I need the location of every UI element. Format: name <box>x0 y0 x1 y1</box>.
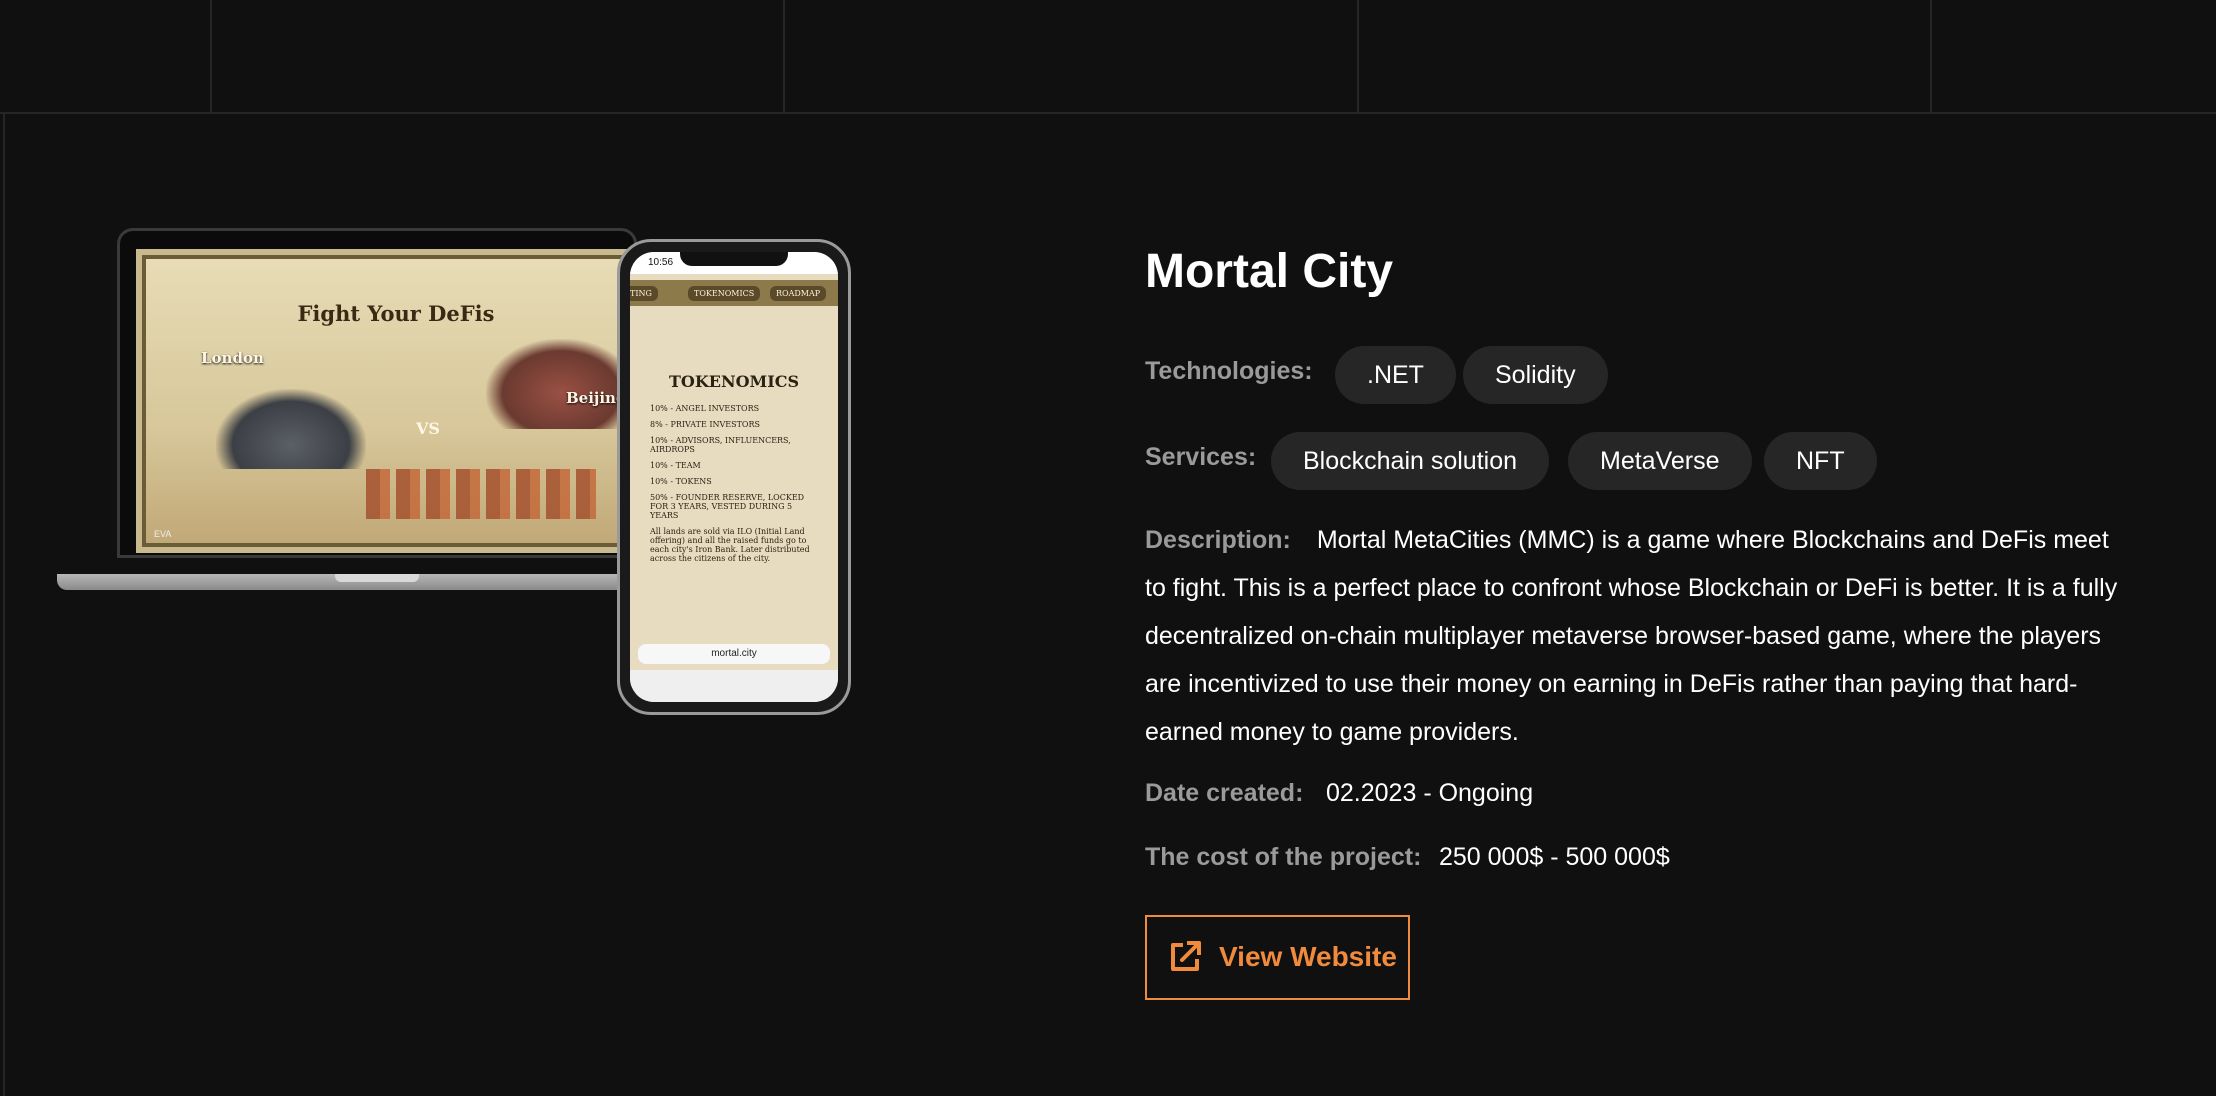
page: Fight Your DeFis London VS Beijing EVA 1… <box>0 0 2216 1096</box>
tech-tag-solidity: Solidity <box>1463 346 1608 404</box>
game-title: Fight Your DeFis <box>297 301 495 326</box>
view-website-button[interactable]: View Website <box>1145 915 1410 1000</box>
grid-divider <box>783 0 785 112</box>
service-tag-metaverse: MetaVerse <box>1568 432 1752 490</box>
phone-list-item: 8% - PRIVATE INVESTORS <box>650 420 760 429</box>
tech-tag-dotnet: .NET <box>1335 346 1456 404</box>
service-tag-nft: NFT <box>1764 432 1877 490</box>
grid-divider <box>1930 0 1932 112</box>
grid-header-strip <box>0 0 2216 114</box>
phone-tokenomics-list: 10% - ANGEL INVESTORS 8% - PRIVATE INVES… <box>650 404 820 570</box>
game-footer: EVA <box>154 529 172 539</box>
project-description: Description: Mortal MetaCities (MMC) is a… <box>1145 516 2135 756</box>
phone-list-item: 10% - ADVISORS, INFLUENCERS, AIRDROPS <box>650 436 791 454</box>
phone-mockup: 10:56 TING TOKENOMICS ROADMAP TOKENOMICS… <box>617 239 851 715</box>
laptop-lid: Fight Your DeFis London VS Beijing EVA <box>117 228 637 558</box>
view-website-label: View Website <box>1219 941 1397 972</box>
laptop-screen: Fight Your DeFis London VS Beijing EVA <box>136 249 636 553</box>
phone-list-item: 10% - ANGEL INVESTORS <box>650 404 760 413</box>
phone-note: All lands are sold via ILO (Initial Land… <box>650 527 810 563</box>
description-text: Mortal MetaCities (MMC) is a game where … <box>1145 526 2118 746</box>
services-label: Services: <box>1145 443 1257 471</box>
date-created-value: 02.2023 - Ongoing <box>1326 779 1534 807</box>
service-tag-blockchain: Blockchain solution <box>1271 432 1550 490</box>
phone-tab: TOKENOMICS <box>688 286 761 301</box>
phone-status-bar: 10:56 <box>630 252 838 274</box>
game-city-left: London <box>201 349 264 367</box>
phone-nav: TING TOKENOMICS ROADMAP <box>630 280 838 306</box>
grid-divider <box>210 0 212 112</box>
phone-list-item: 10% - TEAM <box>650 461 701 470</box>
phone-list-item: 50% - FOUNDER RESERVE, LOCKED FOR 3 YEAR… <box>650 493 805 520</box>
game-frame: Fight Your DeFis London VS Beijing EVA <box>142 255 636 547</box>
description-label: Description: <box>1145 526 1291 554</box>
phone-tab: TING <box>630 286 658 301</box>
game-illustration-left <box>216 389 366 469</box>
game-illustration-bottom <box>366 469 596 519</box>
cost-label: The cost of the project: <box>1145 843 1422 871</box>
phone-list-item: 10% - TOKENS <box>650 477 712 486</box>
project-title: Mortal City <box>1145 245 1394 298</box>
grid-divider <box>1357 0 1359 112</box>
game-illustration-right <box>486 339 636 429</box>
phone-screen: 10:56 TING TOKENOMICS ROADMAP TOKENOMICS… <box>630 252 838 702</box>
laptop-notch <box>335 574 419 582</box>
phone-toolbar <box>630 670 838 702</box>
technologies-label: Technologies: <box>1145 357 1313 385</box>
external-link-icon <box>1171 941 1201 971</box>
laptop-mockup: Fight Your DeFis London VS Beijing EVA <box>57 228 657 590</box>
project-card: Fight Your DeFis London VS Beijing EVA 1… <box>3 113 2216 1096</box>
date-created-label: Date created: <box>1145 779 1304 807</box>
phone-notch <box>680 252 788 266</box>
cost-value: 250 000$ - 500 000$ <box>1439 843 1670 871</box>
phone-time: 10:56 <box>648 257 674 268</box>
phone-url-bar: mortal.city <box>638 644 830 664</box>
phone-tokenomics-title: TOKENOMICS <box>669 372 799 391</box>
phone-tab: ROADMAP <box>770 286 827 301</box>
game-vs: VS <box>416 419 440 438</box>
